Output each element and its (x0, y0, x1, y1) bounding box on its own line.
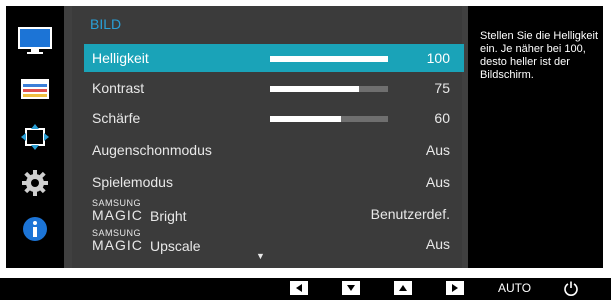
menu-panel: BILD Helligkeit 100 Kontrast 75 Schärfe (64, 6, 468, 268)
left-arrow-button[interactable] (290, 281, 308, 295)
right-arrow-icon (452, 284, 458, 292)
slider-track[interactable] (270, 86, 388, 92)
row-value: 75 (434, 80, 450, 96)
up-arrow-button[interactable] (394, 281, 412, 295)
row-value: Aus (425, 142, 450, 158)
monitor-icon[interactable] (14, 24, 56, 58)
sidebar (6, 6, 64, 268)
row-value: Aus (425, 174, 450, 190)
menu-row-spielemodus[interactable]: Spielemodus Aus (84, 168, 464, 196)
menu-row-helligkeit[interactable]: Helligkeit 100 (84, 44, 464, 72)
settings-gear-icon[interactable] (14, 166, 56, 200)
osd-screen: BILD Helligkeit 100 Kontrast 75 Schärfe (0, 0, 611, 300)
row-value: 60 (434, 110, 450, 126)
brand-bottom: MAGIC (92, 237, 143, 253)
menu-row-augenschonmodus[interactable]: Augenschonmodus Aus (84, 136, 464, 164)
color-icon[interactable] (14, 72, 56, 106)
row-label: Kontrast (92, 80, 145, 96)
auto-button[interactable]: AUTO (498, 281, 531, 295)
slider-fill (270, 56, 388, 62)
row-label: Helligkeit (92, 50, 149, 66)
menu-row-magicbright[interactable]: SAMSUNG MAGIC Bright Benutzerdef. (84, 199, 464, 228)
info-icon[interactable] (14, 212, 56, 246)
slider-fill (270, 116, 341, 122)
power-icon[interactable] (563, 280, 579, 296)
scroll-down-indicator[interactable]: ▼ (256, 251, 265, 261)
down-arrow-button[interactable] (342, 281, 360, 295)
up-arrow-icon (399, 285, 407, 291)
row-label: Upscale (150, 238, 201, 254)
samsung-magic-logo: SAMSUNG MAGIC Bright (92, 199, 187, 224)
row-label: Augenschonmodus (92, 142, 212, 158)
help-text: Stellen Sie die Helligkeit ein. Je näher… (480, 30, 599, 81)
slider-track[interactable] (270, 56, 388, 62)
left-arrow-icon (296, 284, 302, 292)
right-arrow-button[interactable] (446, 281, 464, 295)
brand-bottom: MAGIC (92, 207, 143, 223)
row-label: Spielemodus (92, 174, 173, 190)
row-value: 100 (426, 50, 450, 66)
down-arrow-icon (347, 285, 355, 291)
help-panel: Stellen Sie die Helligkeit ein. Je näher… (468, 6, 603, 268)
samsung-magic-logo: SAMSUNG MAGIC Upscale (92, 229, 201, 254)
menu-row-schaerfe[interactable]: Schärfe 60 (84, 104, 464, 132)
size-position-icon[interactable] (14, 120, 56, 154)
menu-row-magicupscale[interactable]: SAMSUNG MAGIC Upscale Aus (84, 229, 464, 258)
row-label: Schärfe (92, 110, 141, 126)
slider-track[interactable] (270, 116, 388, 122)
menu-inner: BILD Helligkeit 100 Kontrast 75 Schärfe (72, 6, 464, 268)
row-label: Bright (150, 208, 187, 224)
menu-title: BILD (90, 16, 122, 32)
bottom-button-bar: AUTO (0, 278, 611, 300)
row-value: Aus (425, 236, 450, 252)
menu-row-kontrast[interactable]: Kontrast 75 (84, 74, 464, 102)
row-value: Benutzerdef. (370, 206, 450, 222)
slider-fill (270, 86, 359, 92)
